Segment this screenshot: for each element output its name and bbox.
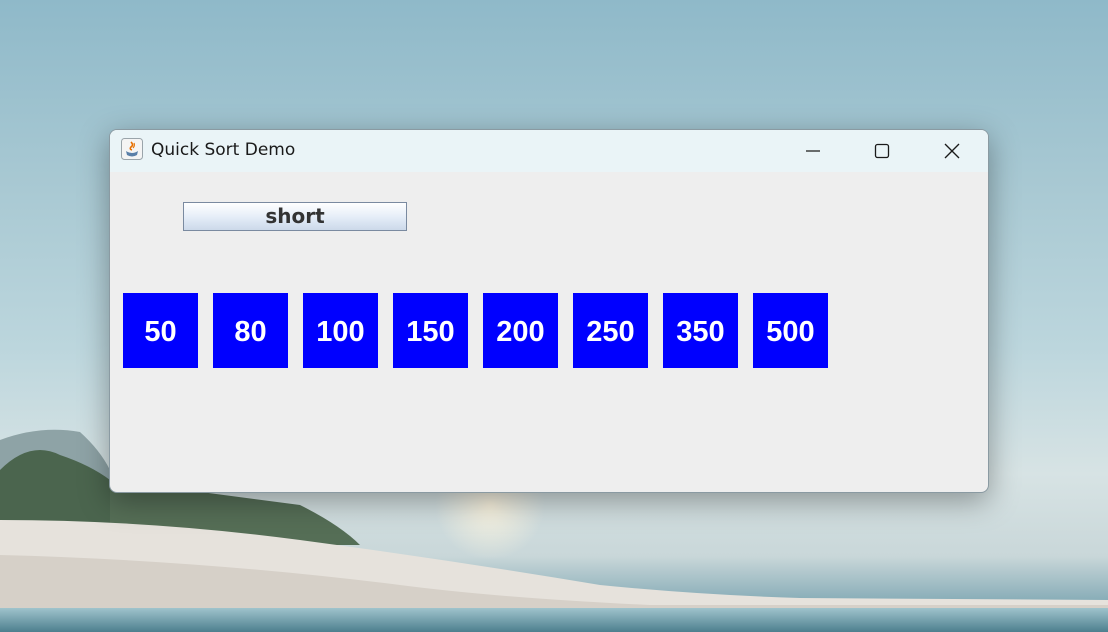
value-box: 250: [573, 293, 648, 368]
java-icon: [121, 138, 143, 160]
maximize-icon: [874, 143, 890, 159]
minimize-button[interactable]: [779, 130, 847, 172]
title-bar[interactable]: Quick Sort Demo: [110, 130, 988, 172]
window-title: Quick Sort Demo: [151, 140, 296, 160]
value-box: 80: [213, 293, 288, 368]
value-box: 200: [483, 293, 558, 368]
close-icon: [944, 143, 960, 159]
maximize-button[interactable]: [848, 130, 916, 172]
value-box: 50: [123, 293, 198, 368]
value-box: 350: [663, 293, 738, 368]
sort-button[interactable]: short: [183, 202, 407, 231]
value-box: 500: [753, 293, 828, 368]
minimize-icon: [806, 150, 820, 152]
value-box: 100: [303, 293, 378, 368]
app-window: Quick Sort Demo short 50 80 100 150 200: [109, 129, 989, 493]
close-button[interactable]: [918, 130, 986, 172]
content-panel: short 50 80 100 150 200 250 350 500: [110, 172, 988, 492]
value-box: 150: [393, 293, 468, 368]
